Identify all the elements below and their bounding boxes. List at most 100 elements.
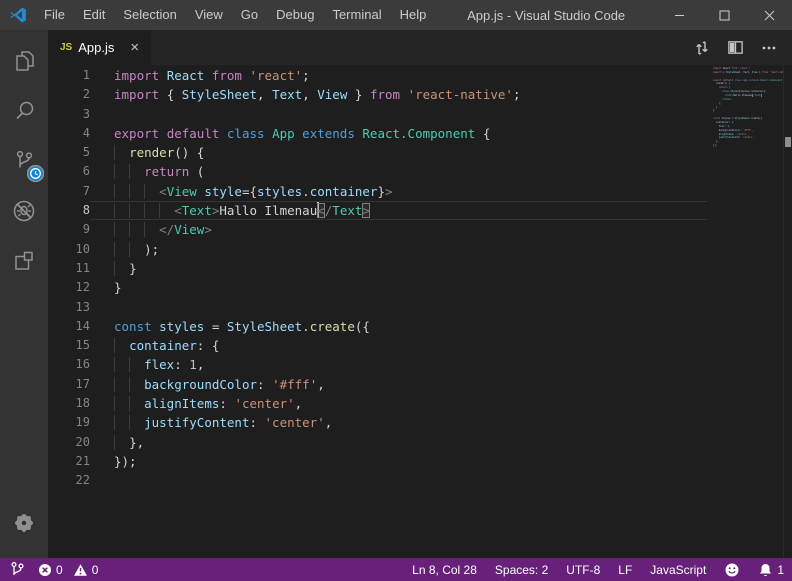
code-line[interactable]: 11 } xyxy=(48,259,792,278)
cursor-position-status[interactable]: Ln 8, Col 28 xyxy=(412,563,477,577)
git-branch-status[interactable] xyxy=(10,561,24,578)
notifications-button[interactable]: 1 xyxy=(758,562,784,578)
line-number: 3 xyxy=(48,105,90,124)
code-line[interactable]: 21}); xyxy=(48,452,792,471)
menubar: File Edit Selection View Go Debug Termin… xyxy=(35,0,435,30)
problems-status[interactable]: 0 0 xyxy=(38,563,98,577)
search-icon xyxy=(11,98,37,124)
menu-debug[interactable]: Debug xyxy=(267,0,323,30)
warnings-icon xyxy=(73,563,88,577)
code-line[interactable]: 16 flex: 1, xyxy=(48,355,792,374)
code-line[interactable]: 17 backgroundColor: '#fff', xyxy=(48,375,792,394)
indentation-status[interactable]: Spaces: 2 xyxy=(495,563,548,577)
error-count: 0 xyxy=(56,563,63,577)
code-line[interactable]: 6 return ( xyxy=(48,162,792,181)
code-line[interactable]: 14const styles = StyleSheet.create({ xyxy=(48,317,792,336)
line-number: 11 xyxy=(48,259,90,278)
smiley-icon xyxy=(724,562,740,578)
code-line[interactable]: 7 <View style={styles.container}> xyxy=(48,182,792,201)
minimize-button[interactable] xyxy=(657,0,702,30)
line-number: 20 xyxy=(48,433,90,452)
settings-button[interactable] xyxy=(0,498,48,548)
line-number: 15 xyxy=(48,336,90,355)
sidebar-item-explorer[interactable] xyxy=(0,36,48,86)
menu-edit[interactable]: Edit xyxy=(74,0,114,30)
overview-cursor-marker xyxy=(785,137,791,147)
line-number: 10 xyxy=(48,240,90,259)
tab-appjs[interactable]: JS App.js × xyxy=(48,30,151,65)
code-line[interactable]: 19 justifyContent: 'center', xyxy=(48,413,792,432)
code-line[interactable]: 5 render() { xyxy=(48,143,792,162)
code-line[interactable]: 4export default class App extends React.… xyxy=(48,124,792,143)
eol-status[interactable]: LF xyxy=(618,563,632,577)
line-number: 18 xyxy=(48,394,90,413)
minimize-icon xyxy=(674,10,685,21)
minimap[interactable]: import React from 'react';import { Style… xyxy=(707,65,783,558)
code-line[interactable]: 12} xyxy=(48,278,792,297)
code-line[interactable]: 10 ); xyxy=(48,240,792,259)
line-number: 16 xyxy=(48,355,90,374)
more-actions-icon[interactable] xyxy=(760,39,778,57)
language-mode-status[interactable]: JavaScript xyxy=(650,563,706,577)
editor-scrollbar[interactable] xyxy=(783,65,792,558)
menu-view[interactable]: View xyxy=(186,0,232,30)
line-number: 4 xyxy=(48,124,90,143)
javascript-file-icon: JS xyxy=(60,42,72,53)
status-bar: 0 0 Ln 8, Col 28 Spaces: 2 UTF-8 LF Java… xyxy=(0,558,792,581)
editor-actions xyxy=(693,30,792,65)
sidebar-item-extensions[interactable] xyxy=(0,236,48,286)
tab-bar: JS App.js × xyxy=(48,30,792,65)
extensions-icon xyxy=(11,248,37,274)
menu-selection[interactable]: Selection xyxy=(114,0,185,30)
warning-count: 0 xyxy=(92,563,99,577)
feedback-button[interactable] xyxy=(724,562,740,578)
debug-icon xyxy=(11,198,37,224)
line-number: 21 xyxy=(48,452,90,471)
code-line[interactable]: 20 }, xyxy=(48,433,792,452)
vscode-logo-icon xyxy=(9,6,27,24)
line-number: 1 xyxy=(48,66,90,85)
code-line[interactable]: 15 container: { xyxy=(48,336,792,355)
line-number: 12 xyxy=(48,278,90,297)
code-line[interactable]: 1import React from 'react'; xyxy=(48,66,792,85)
code-line[interactable]: 22 xyxy=(48,471,792,490)
line-number: 2 xyxy=(48,85,90,104)
code-line[interactable]: 13 xyxy=(48,298,792,317)
sidebar-item-source-control[interactable] xyxy=(0,136,48,186)
window-title: App.js - Visual Studio Code xyxy=(435,8,657,23)
code-editor[interactable]: 1import React from 'react';2import { Sty… xyxy=(48,65,792,558)
sidebar-item-search[interactable] xyxy=(0,86,48,136)
line-number: 14 xyxy=(48,317,90,336)
menu-terminal[interactable]: Terminal xyxy=(323,0,390,30)
line-number: 7 xyxy=(48,182,90,201)
code-line[interactable]: 18 alignItems: 'center', xyxy=(48,394,792,413)
errors-icon xyxy=(38,563,52,577)
explorer-icon xyxy=(11,48,37,74)
notification-count: 1 xyxy=(777,563,784,577)
bell-icon xyxy=(758,562,773,578)
line-number: 5 xyxy=(48,143,90,162)
close-icon xyxy=(764,10,775,21)
activity-bar xyxy=(0,30,48,558)
split-editor-icon[interactable] xyxy=(727,39,744,56)
code-line[interactable]: 8 <Text>Hallo Ilmenau</Text> xyxy=(48,201,792,220)
menu-file[interactable]: File xyxy=(35,0,74,30)
menu-go[interactable]: Go xyxy=(232,0,267,30)
line-number: 8 xyxy=(48,201,90,220)
maximize-button[interactable] xyxy=(702,0,747,30)
menu-help[interactable]: Help xyxy=(391,0,436,30)
code-line[interactable]: 3 xyxy=(48,105,792,124)
line-number: 19 xyxy=(48,413,90,432)
line-number: 22 xyxy=(48,471,90,490)
scm-clock-badge xyxy=(27,165,44,182)
sync-changes-icon[interactable] xyxy=(693,39,711,57)
close-button[interactable] xyxy=(747,0,792,30)
line-number: 17 xyxy=(48,375,90,394)
encoding-status[interactable]: UTF-8 xyxy=(566,563,600,577)
app-window: File Edit Selection View Go Debug Termin… xyxy=(0,0,792,581)
sidebar-item-debug[interactable] xyxy=(0,186,48,236)
tab-close-icon[interactable]: × xyxy=(130,40,139,55)
code-line[interactable]: 9 </View> xyxy=(48,220,792,239)
code-line[interactable]: 2import { StyleSheet, Text, View } from … xyxy=(48,85,792,104)
line-number: 13 xyxy=(48,298,90,317)
